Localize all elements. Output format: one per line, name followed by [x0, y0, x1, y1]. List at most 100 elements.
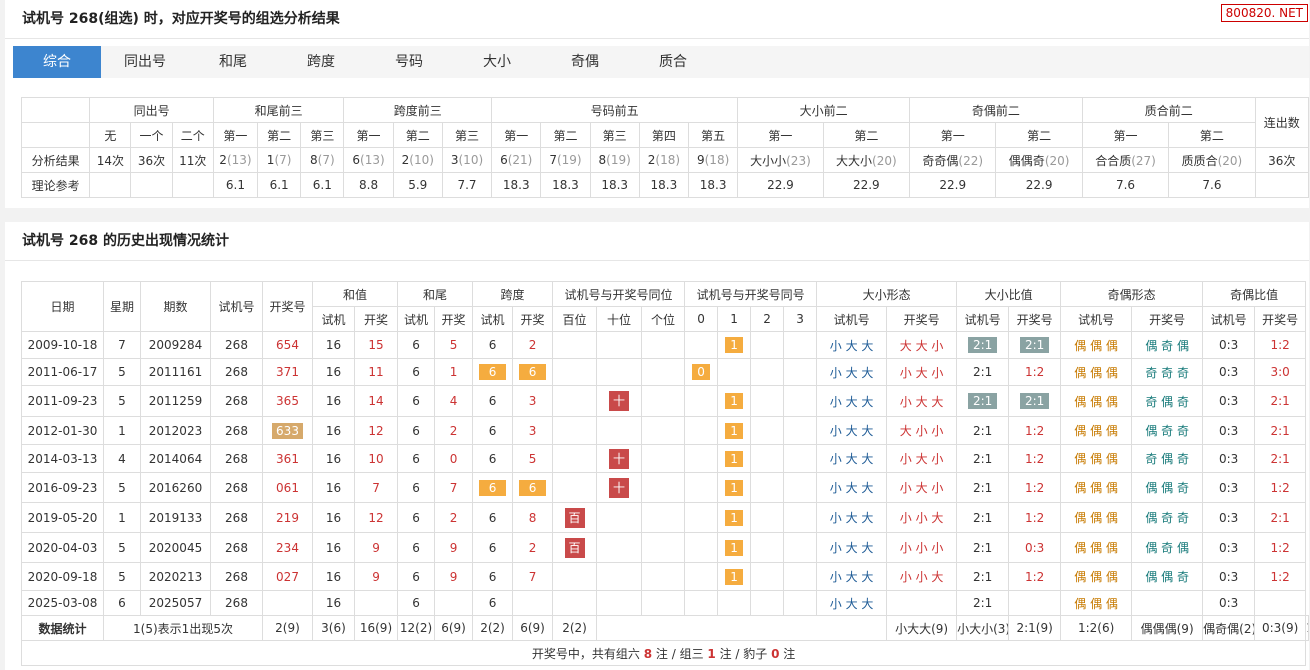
- stats-cell: 2(9): [262, 615, 313, 641]
- tab-2[interactable]: 和尾: [189, 46, 277, 78]
- row-label: 理论参考: [20, 172, 91, 198]
- size-ratio-draw: [1008, 590, 1062, 616]
- tab-0[interactable]: 综合: [13, 46, 101, 78]
- size-pattern-trial: 小 大 大: [816, 502, 888, 533]
- history-row: 2009-10-18 7 2009284 268 654 16 15 6 5 6 2 1 小 大 大大 …: [21, 331, 1309, 359]
- parity-pattern-draw: 偶 奇 奇: [1131, 416, 1204, 445]
- tail-trial-cell: 6: [397, 472, 436, 503]
- analysis-title: 试机号 268(组选) 时，对应开奖号的组选分析结果 800820. NET: [5, 0, 1309, 39]
- site-logo[interactable]: 800820. NET: [1220, 4, 1308, 22]
- trial-number-cell: 268: [210, 416, 263, 445]
- span-trial-cell: 6: [472, 358, 514, 386]
- tab-3[interactable]: 跨度: [277, 46, 365, 78]
- tab-7[interactable]: 质合: [629, 46, 717, 78]
- span-draw-cell: 7: [512, 562, 554, 591]
- same-number-cell: [684, 502, 719, 533]
- summary-cell: 开奖号中，共有组六 8 注 / 组三 1 注 / 豹子 0 注: [20, 640, 1307, 666]
- sub-header: 3: [783, 306, 818, 332]
- size-pattern-trial: 小 大 大: [816, 416, 888, 445]
- same-number-cell: [717, 590, 752, 616]
- draw-number-cell: 365: [262, 385, 313, 417]
- ref-cell: 18.3: [638, 172, 690, 198]
- same-position-cell: [641, 532, 686, 563]
- sum-trial-cell: 16: [312, 590, 355, 616]
- span-value: 5: [528, 451, 537, 466]
- week-cell: 6: [103, 590, 141, 616]
- history-row: 2025-03-08 6 2025057 268 16 6 6 小 大 大 2:1 偶 偶 偶 0:…: [21, 590, 1309, 616]
- span-trial-cell: 6: [472, 532, 514, 563]
- summary-text: 注 / 豹子: [715, 646, 772, 661]
- ratio-value: 1:2: [1024, 510, 1045, 525]
- result-cell: 36次: [1254, 147, 1310, 173]
- tail-trial-cell: 6: [397, 502, 436, 533]
- tail-draw-cell: 0: [434, 444, 474, 473]
- tail-draw-cell: 9: [434, 532, 474, 563]
- analysis-title-text: 试机号 268(组选) 时，对应开奖号的组选分析结果: [22, 11, 340, 27]
- group-header: 奇偶前二: [909, 97, 1083, 123]
- history-panel: 试机号 268 的历史出现情况统计 日期 星期 期数 试机号 开奖号 和值 和尾 跨度 试机号与…: [5, 222, 1309, 670]
- analysis-panel: 试机号 268(组选) 时，对应开奖号的组选分析结果 800820. NET 综…: [5, 0, 1310, 208]
- group-header: 连出数: [1254, 97, 1310, 148]
- parity-pattern-draw: 偶 偶 奇: [1131, 472, 1204, 503]
- same-position-cell: [552, 562, 598, 591]
- result-value: 14次: [96, 153, 125, 168]
- same-number-marker: 1: [725, 337, 743, 353]
- summary-group6-count: 8: [643, 646, 653, 661]
- summary-text: 开奖号中，共有组六: [531, 646, 644, 661]
- tab-4[interactable]: 号码: [365, 46, 453, 78]
- span-draw-cell: 2: [512, 331, 554, 359]
- issue-cell: 2011259: [140, 385, 211, 417]
- tab-6[interactable]: 奇偶: [541, 46, 629, 78]
- sum-trial-cell: 16: [312, 532, 355, 563]
- draw-number: 633: [272, 422, 303, 439]
- position-marker: 百: [564, 537, 585, 558]
- tab-1[interactable]: 同出号: [101, 46, 189, 78]
- parity-pattern-draw: 奇 偶 奇: [1131, 385, 1204, 417]
- same-number-cell: [684, 532, 719, 563]
- sub-header: 第一: [737, 122, 824, 148]
- column-header: 星期: [103, 281, 141, 332]
- same-number-cell: 1: [717, 416, 752, 445]
- result-count: (10): [458, 153, 484, 167]
- result-value: 3: [450, 153, 459, 167]
- ref-cell: 22.9: [822, 172, 911, 198]
- result-count: (7): [317, 153, 335, 167]
- column-header: 和尾: [397, 281, 474, 307]
- summary-group3-count: 1: [707, 646, 716, 661]
- same-position-cell: [641, 358, 686, 386]
- sum-draw-cell: 9: [353, 562, 399, 591]
- tail-draw-cell: 2: [434, 416, 474, 445]
- sum-draw-cell: 9: [353, 532, 399, 563]
- same-number-cell: [783, 502, 818, 533]
- sub-header: 二个: [171, 122, 214, 148]
- sum-trial-cell: 16: [312, 444, 355, 473]
- parity-pattern-trial: 偶 偶 偶: [1060, 444, 1133, 473]
- parity-ratio-trial: 0:3: [1202, 444, 1256, 473]
- result-cell: 14次: [89, 147, 132, 173]
- summary-text: 注 / 组三: [652, 646, 708, 661]
- issue-cell: 2019133: [140, 502, 211, 533]
- same-position-cell: 百: [552, 502, 598, 533]
- sub-header: 试机号: [1202, 306, 1256, 332]
- sum-trial-cell: 16: [312, 358, 355, 386]
- same-position-cell: [596, 416, 643, 445]
- same-position-cell: [596, 532, 643, 563]
- tab-5[interactable]: 大小: [453, 46, 541, 78]
- tail-draw-cell: 4: [434, 385, 474, 417]
- parity-ratio-trial: 0:3: [1202, 472, 1256, 503]
- issue-cell: 2025057: [140, 590, 211, 616]
- ref-cell: [89, 172, 132, 198]
- result-value: 11次: [179, 153, 207, 168]
- span-value: 8: [528, 510, 537, 525]
- same-number-cell: [684, 590, 719, 616]
- span-draw-cell: 6: [512, 358, 554, 386]
- size-pattern-trial: 小 大 大: [816, 331, 888, 359]
- result-value: 9: [696, 153, 705, 167]
- week-cell: 5: [103, 532, 141, 563]
- draw-number: 361: [276, 451, 299, 466]
- stats-empty: [596, 615, 888, 641]
- sum-trial-cell: 16: [312, 472, 355, 503]
- span-trial-cell: 6: [472, 562, 514, 591]
- same-position-cell: [552, 331, 598, 359]
- sub-header: 试机: [472, 306, 514, 332]
